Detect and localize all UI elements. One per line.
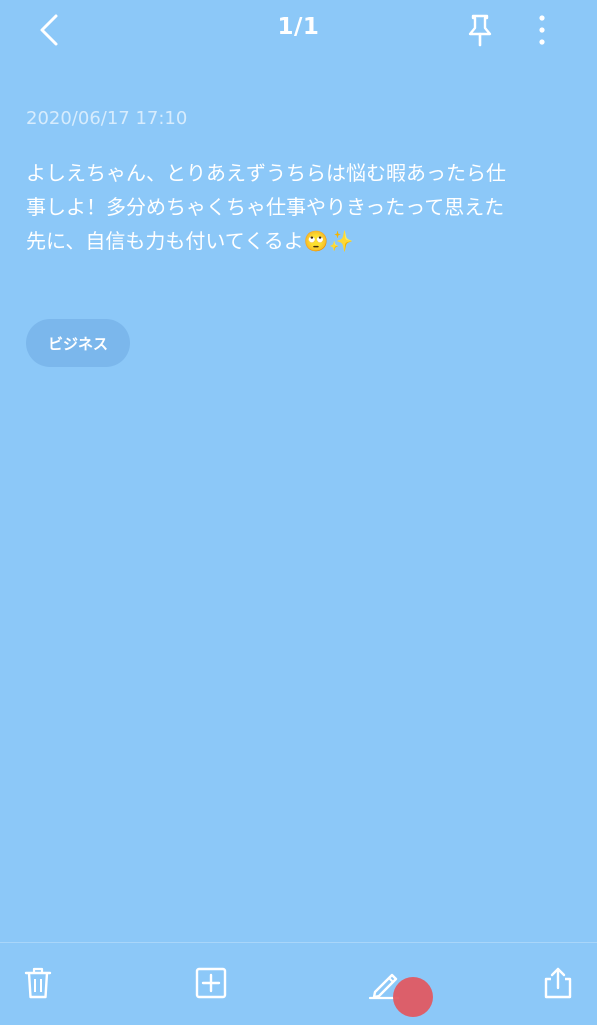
bottom-toolbar bbox=[0, 942, 597, 1025]
add-note-button[interactable] bbox=[189, 961, 233, 1005]
delete-button[interactable] bbox=[16, 961, 60, 1005]
tag-label: ビジネス bbox=[48, 334, 109, 353]
pin-button[interactable] bbox=[458, 8, 502, 52]
vertical-ellipsis-icon bbox=[539, 15, 545, 45]
add-square-icon bbox=[195, 967, 227, 999]
note-screen: 1/1 2020/06/17 17:10 よしえちゃん、とりあえずうちらは悩む暇… bbox=[0, 0, 597, 1024]
touch-indicator bbox=[393, 977, 433, 1017]
note-body-text[interactable]: よしえちゃん、とりあえずうちらは悩む暇あったら仕 事しよ！多分めちゃくちゃ仕事や… bbox=[26, 156, 571, 258]
more-options-button[interactable] bbox=[520, 8, 564, 52]
top-bar: 1/1 bbox=[0, 0, 597, 64]
trash-icon bbox=[24, 967, 52, 999]
tag-chip[interactable]: ビジネス bbox=[26, 319, 131, 367]
share-button[interactable] bbox=[536, 961, 580, 1005]
pin-icon bbox=[468, 14, 492, 47]
note-timestamp: 2020/06/17 17:10 bbox=[26, 108, 188, 129]
share-icon bbox=[544, 967, 572, 999]
page-counter: 1/1 bbox=[277, 14, 320, 40]
